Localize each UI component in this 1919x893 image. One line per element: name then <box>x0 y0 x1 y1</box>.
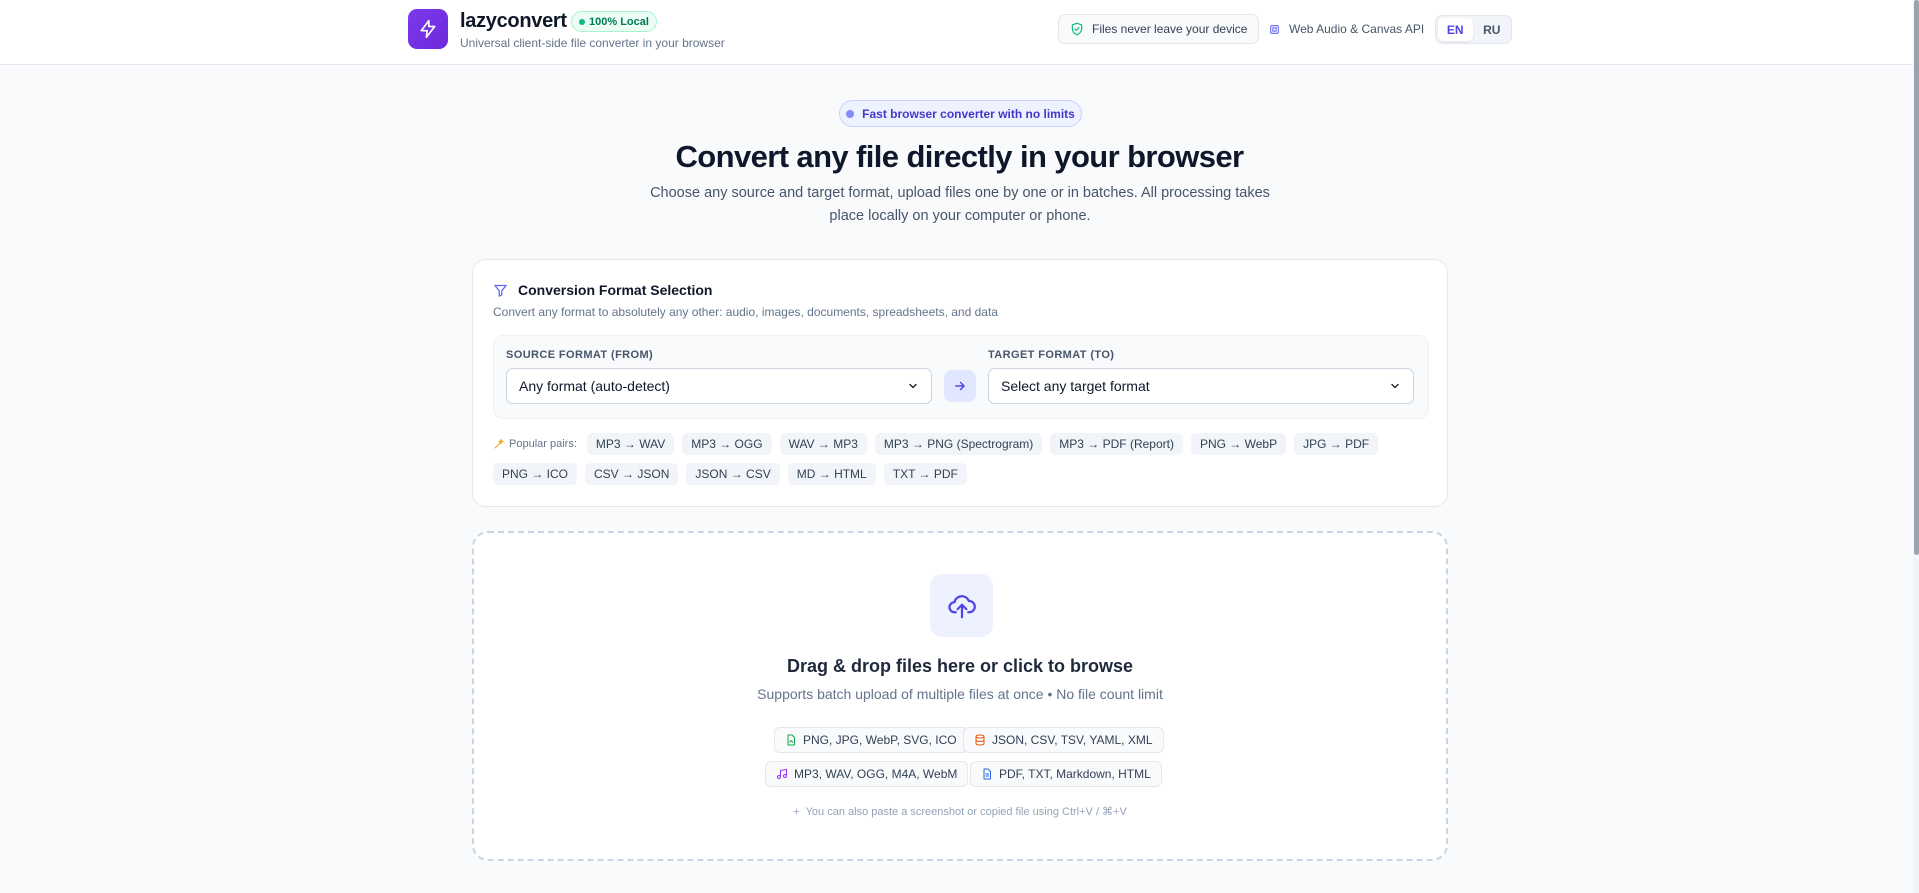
privacy-text: Files never leave your device <box>1092 22 1248 36</box>
audio-formats-chip: MP3, WAV, OGG, M4A, WebM <box>765 761 969 787</box>
privacy-indicator: Files never leave your device <box>1058 14 1260 44</box>
card-title: Conversion Format Selection <box>518 282 713 298</box>
target-format-select[interactable]: Select any target format <box>988 368 1414 404</box>
pill-dot-icon <box>846 109 855 118</box>
page-title: Convert any file directly in your browse… <box>675 139 1244 174</box>
file-dropzone[interactable]: Drag & drop files here or click to brows… <box>472 531 1448 861</box>
pair-chip[interactable]: MP3 → PDF (Report) <box>1050 433 1183 455</box>
local-badge-label: 100% Local <box>589 15 649 28</box>
shield-check-icon <box>1071 22 1083 36</box>
image-formats-chip: PNG, JPG, WebP, SVG, ICO <box>774 727 968 753</box>
document-formats-label: PDF, TXT, Markdown, HTML <box>999 767 1151 781</box>
arrow-right-button[interactable] <box>944 370 976 402</box>
filter-icon <box>494 284 507 297</box>
music-note-icon <box>777 768 787 779</box>
status-dot-icon <box>579 18 585 25</box>
pair-chip[interactable]: MP3 → OGG <box>682 433 772 455</box>
dropzone-subtitle: Supports batch upload of multiple files … <box>757 686 1163 702</box>
lang-button-en[interactable]: EN <box>1438 18 1473 41</box>
plus-icon: + <box>793 806 800 818</box>
card-subtitle: Convert any format to absolutely any oth… <box>493 305 998 319</box>
brand-name[interactable]: lazyconvert <box>460 10 567 33</box>
local-status-badge: 100% Local <box>571 11 657 32</box>
pair-chip[interactable]: TXT → PDF <box>883 463 967 485</box>
pair-chip[interactable]: JSON → CSV <box>686 463 780 485</box>
hero-description: Choose any source and target format, upl… <box>650 185 1270 224</box>
language-switcher: EN RU <box>1435 15 1512 44</box>
image-formats-label: PNG, JPG, WebP, SVG, ICO <box>803 733 957 747</box>
image-file-icon <box>787 734 795 746</box>
data-formats-label: JSON, CSV, TSV, YAML, XML <box>992 733 1153 747</box>
source-format-label: SOURCE FORMAT (FROM) <box>506 349 654 361</box>
database-icon <box>975 734 985 746</box>
scrollbar-thumb[interactable] <box>1914 0 1919 555</box>
arrow-right-icon <box>955 381 965 391</box>
lang-button-ru[interactable]: RU <box>1475 18 1510 41</box>
format-selection-card: Conversion Format Selection Convert any … <box>472 259 1448 507</box>
pair-chip[interactable]: MD → HTML <box>787 463 876 485</box>
api-info: Web Audio & Canvas API <box>1268 14 1424 44</box>
format-select-panel: SOURCE FORMAT (FROM) Any format (auto-de… <box>493 335 1429 419</box>
hero-pill: Fast browser converter with no limits <box>839 100 1082 127</box>
dropzone-title: Drag & drop files here or click to brows… <box>786 656 1134 676</box>
paste-hint-text: You can also paste a screenshot or copie… <box>805 806 1127 818</box>
target-format-label: TARGET FORMAT (TO) <box>988 349 1115 361</box>
pair-chip[interactable]: WAV → MP3 <box>779 433 867 455</box>
brand-subtitle: Universal client-side file converter in … <box>460 36 725 50</box>
cloud-upload-icon <box>930 574 993 637</box>
pair-chip[interactable]: PNG → WebP <box>1190 433 1287 455</box>
chip-icon <box>1270 24 1279 34</box>
chevron-down-icon <box>1391 383 1399 389</box>
document-icon <box>983 768 991 780</box>
document-formats-chip: PDF, TXT, Markdown, HTML <box>970 761 1162 787</box>
target-format-value: Select any target format <box>1001 378 1150 394</box>
card-title-row: Conversion Format Selection <box>493 282 712 298</box>
chevron-down-icon <box>909 383 917 389</box>
popular-pairs-row: Popular pairs: MP3 → WAV MP3 → OGG WAV →… <box>493 433 1433 485</box>
pair-chip[interactable]: MP3 → PNG (Spectrogram) <box>874 433 1043 455</box>
pair-chip[interactable]: CSV → JSON <box>585 463 679 485</box>
hero-pill-label: Fast browser converter with no limits <box>862 106 1075 121</box>
paste-hint: + You can also paste a screenshot or copi… <box>474 805 1446 818</box>
api-text: Web Audio & Canvas API <box>1289 22 1425 36</box>
audio-formats-label: MP3, WAV, OGG, M4A, WebM <box>794 767 958 781</box>
source-format-value: Any format (auto-detect) <box>519 378 670 394</box>
pair-chip[interactable]: JPG → PDF <box>1294 433 1379 455</box>
source-format-select[interactable]: Any format (auto-detect) <box>506 368 932 404</box>
pair-chip[interactable]: MP3 → WAV <box>586 433 675 455</box>
data-formats-chip: JSON, CSV, TSV, YAML, XML <box>963 727 1164 753</box>
sparkles-icon <box>494 439 504 449</box>
logo-lightning-icon[interactable] <box>408 9 448 49</box>
popular-pairs-label-group: Popular pairs: <box>493 438 577 450</box>
top-header: lazyconvert 100% Local Universal client-… <box>0 0 1919 65</box>
pair-chip[interactable]: PNG → ICO <box>493 463 578 485</box>
popular-pairs-label: Popular pairs: <box>509 438 577 450</box>
